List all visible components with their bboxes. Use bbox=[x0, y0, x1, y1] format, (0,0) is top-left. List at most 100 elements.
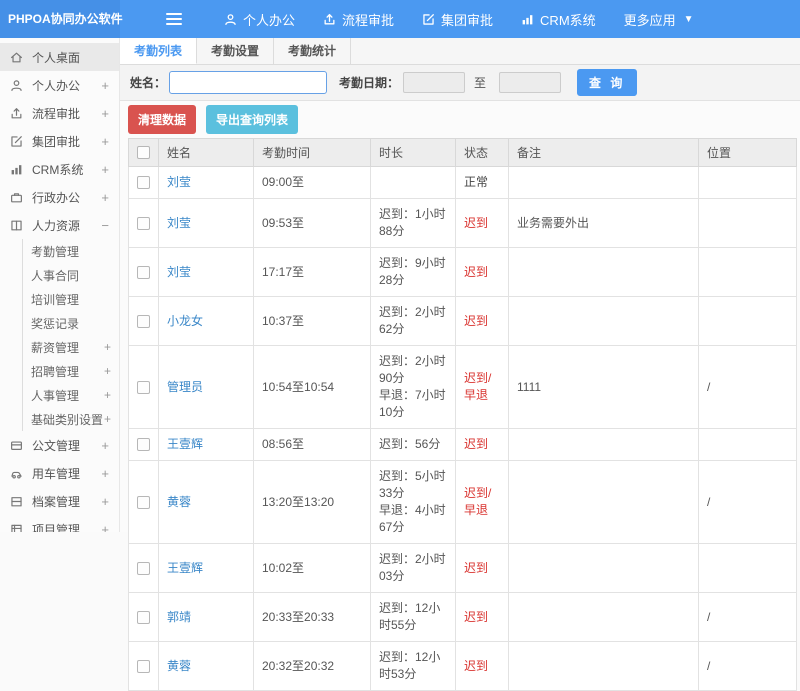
duration-line: 早退：4小时67分 bbox=[379, 502, 447, 536]
attendance-time: 10:54至10:54 bbox=[254, 346, 371, 429]
sidebar-subitem[interactable]: 人事合同 bbox=[23, 263, 119, 287]
employee-name-link[interactable]: 刘莹 bbox=[167, 216, 191, 230]
note-cell bbox=[509, 429, 699, 461]
sidebar-subitem[interactable]: 薪资管理 + bbox=[23, 335, 119, 359]
project-icon bbox=[10, 523, 25, 533]
expand-icon[interactable]: + bbox=[101, 78, 109, 93]
expand-icon[interactable]: + bbox=[101, 522, 109, 533]
expand-icon[interactable]: + bbox=[101, 106, 109, 121]
expand-icon[interactable]: + bbox=[104, 412, 111, 426]
duration-cell: 迟到：2小时03分 bbox=[371, 544, 456, 593]
sidebar-item[interactable]: 行政办公+ bbox=[0, 183, 119, 211]
note-cell: 1111 bbox=[509, 346, 699, 429]
sidebar: 个人桌面个人办公+流程审批+集团审批+CRM系统+行政办公+人力资源−考勤管理人… bbox=[0, 38, 120, 532]
sidebar-item-label: 项目管理 bbox=[32, 521, 80, 533]
sidebar-item[interactable]: 流程审批+ bbox=[0, 99, 119, 127]
sidebar-subitem[interactable]: 培训管理 bbox=[23, 287, 119, 311]
duration-line: 迟到：2小时62分 bbox=[379, 304, 447, 338]
date-from-input[interactable] bbox=[403, 72, 465, 93]
sidebar-item[interactable]: CRM系统 + bbox=[0, 155, 119, 183]
note-cell: 业务需要外出 bbox=[509, 199, 699, 248]
location-cell bbox=[699, 544, 797, 593]
sidebar-item[interactable]: 项目管理 + bbox=[0, 515, 119, 532]
sidebar-item[interactable]: 公文管理+ bbox=[0, 431, 119, 459]
row-checkbox[interactable] bbox=[137, 176, 150, 189]
sidebar-subitem[interactable]: 基础类别设置+ bbox=[23, 407, 119, 431]
expand-icon[interactable]: + bbox=[104, 364, 111, 378]
table-row: 王壹辉10:02至迟到：2小时03分迟到 bbox=[129, 544, 797, 593]
table-row: 刘莹09:53至迟到：1小时88分迟到业务需要外出 bbox=[129, 199, 797, 248]
expand-icon[interactable]: + bbox=[101, 162, 109, 177]
search-button[interactable]: 查 询 bbox=[577, 69, 637, 96]
row-checkbox[interactable] bbox=[137, 660, 150, 673]
sidebar-subitem-label: 基础类别设置 bbox=[31, 411, 103, 428]
employee-name-link[interactable]: 王壹辉 bbox=[167, 437, 203, 451]
row-checkbox[interactable] bbox=[137, 496, 150, 509]
expand-icon[interactable]: + bbox=[104, 340, 111, 354]
duration-line: 早退：7小时10分 bbox=[379, 387, 447, 421]
menu-toggle-icon[interactable] bbox=[166, 13, 182, 25]
sidebar-item[interactable]: 集团审批+ bbox=[0, 127, 119, 155]
topnav-item-label: CRM系统 bbox=[540, 10, 596, 29]
location-cell bbox=[699, 429, 797, 461]
tab-考勤列表[interactable]: 考勤列表 bbox=[120, 38, 197, 64]
row-checkbox[interactable] bbox=[137, 381, 150, 394]
sidebar-item[interactable]: 个人桌面 bbox=[0, 43, 119, 71]
name-filter-input[interactable] bbox=[169, 71, 327, 94]
edit-icon bbox=[10, 135, 25, 148]
sidebar-item[interactable]: 用车管理 + bbox=[0, 459, 119, 487]
row-checkbox[interactable] bbox=[137, 315, 150, 328]
attendance-time: 09:00至 bbox=[254, 167, 371, 199]
employee-name-link[interactable]: 小龙女 bbox=[167, 314, 203, 328]
row-checkbox[interactable] bbox=[137, 562, 150, 575]
expand-icon[interactable]: + bbox=[101, 134, 109, 149]
employee-name-link[interactable]: 管理员 bbox=[167, 380, 203, 394]
duration-line: 迟到：1小时88分 bbox=[379, 206, 447, 240]
employee-name-link[interactable]: 刘莹 bbox=[167, 175, 191, 189]
expand-icon[interactable]: + bbox=[101, 438, 109, 453]
topnav-item-label: 个人办公 bbox=[243, 10, 295, 29]
expand-icon[interactable]: + bbox=[104, 388, 111, 402]
topnav-item[interactable]: 个人办公 bbox=[210, 0, 309, 38]
expand-icon[interactable]: + bbox=[101, 466, 109, 481]
sidebar-item[interactable]: 人力资源− bbox=[0, 211, 119, 239]
sidebar-item-label: 用车管理 bbox=[32, 465, 80, 482]
expand-icon[interactable]: + bbox=[101, 190, 109, 205]
name-filter-label: 姓名： bbox=[130, 74, 166, 91]
date-to-input[interactable] bbox=[499, 72, 561, 93]
sidebar-subitem[interactable]: 人事管理+ bbox=[23, 383, 119, 407]
topnav-item[interactable]: 更多应用▼ bbox=[610, 0, 708, 38]
select-all-checkbox[interactable] bbox=[137, 146, 150, 159]
employee-name-link[interactable]: 刘莹 bbox=[167, 265, 191, 279]
sidebar-item-label: CRM系统 bbox=[32, 161, 83, 178]
clean-data-button[interactable]: 清理数据 bbox=[128, 105, 196, 134]
sidebar-subitem[interactable]: 招聘管理+ bbox=[23, 359, 119, 383]
sidebar-item[interactable]: 档案管理+ bbox=[0, 487, 119, 515]
date-filter-label: 考勤日期： bbox=[339, 74, 399, 91]
tab-考勤统计[interactable]: 考勤统计 bbox=[274, 38, 351, 64]
row-checkbox[interactable] bbox=[137, 217, 150, 230]
status-badge: 迟到 bbox=[464, 314, 488, 328]
row-checkbox[interactable] bbox=[137, 438, 150, 451]
expand-icon[interactable]: − bbox=[101, 218, 109, 233]
sidebar-subitem[interactable]: 考勤管理 bbox=[23, 239, 119, 263]
row-checkbox[interactable] bbox=[137, 611, 150, 624]
employee-name-link[interactable]: 黄蓉 bbox=[167, 659, 191, 673]
column-header: 时长 bbox=[371, 139, 456, 167]
sidebar-subitem-label: 薪资管理 bbox=[31, 339, 79, 356]
employee-name-link[interactable]: 王壹辉 bbox=[167, 561, 203, 575]
export-list-button[interactable]: 导出查询列表 bbox=[206, 105, 298, 134]
sidebar-subitem[interactable]: 奖惩记录 bbox=[23, 311, 119, 335]
employee-name-link[interactable]: 郭靖 bbox=[167, 610, 191, 624]
tab-考勤设置[interactable]: 考勤设置 bbox=[197, 38, 274, 64]
row-checkbox[interactable] bbox=[137, 266, 150, 279]
duration-cell bbox=[371, 167, 456, 199]
employee-name-link[interactable]: 黄蓉 bbox=[167, 495, 191, 509]
topnav-item[interactable]: 流程审批 bbox=[309, 0, 408, 38]
note-cell bbox=[509, 593, 699, 642]
sidebar-item[interactable]: 个人办公+ bbox=[0, 71, 119, 99]
topnav-item[interactable]: 集团审批 bbox=[408, 0, 507, 38]
duration-line: 迟到：9小时28分 bbox=[379, 255, 447, 289]
expand-icon[interactable]: + bbox=[101, 494, 109, 509]
topnav-item[interactable]: CRM系统 bbox=[507, 0, 610, 38]
